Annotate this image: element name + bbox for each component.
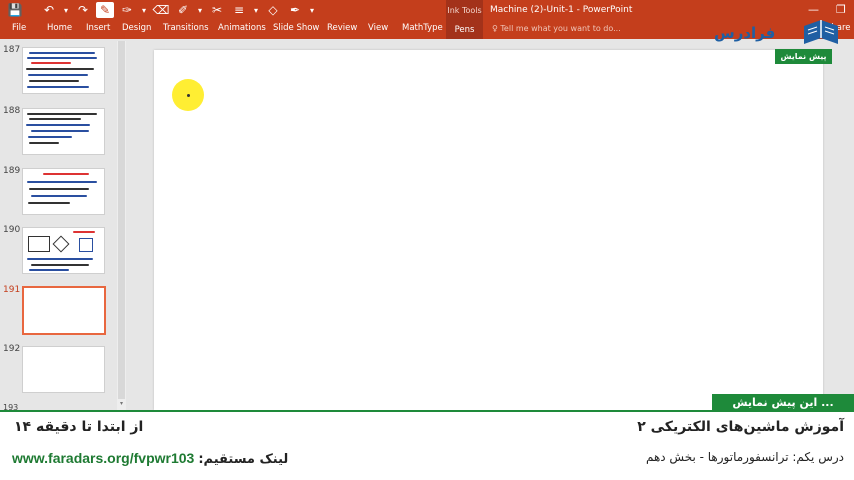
slide-number: 187 xyxy=(3,45,21,55)
tab-animations[interactable]: Animations xyxy=(218,23,266,33)
tab-slide-show[interactable]: Slide Show xyxy=(273,23,319,33)
slide-preview[interactable] xyxy=(22,346,105,393)
undo-dropdown-icon[interactable]: ▾ xyxy=(62,2,70,18)
align-dropdown-icon[interactable]: ▾ xyxy=(252,2,260,18)
scrollbar-thumb[interactable] xyxy=(118,41,125,399)
faradars-logo: فرادرس xyxy=(714,16,842,52)
course-title: آموزش ماشین‌های الکتریکی ۲ xyxy=(637,419,844,435)
slide-number: 189 xyxy=(3,166,21,176)
save-icon[interactable]: 💾 xyxy=(6,2,24,18)
preview-badge: پیش نمایش xyxy=(775,49,832,64)
mouse-cursor-icon xyxy=(187,94,190,97)
customize-qat-icon[interactable]: ▾ xyxy=(308,2,316,18)
pens-gallery-icon[interactable]: ✑ xyxy=(118,2,136,18)
tab-pens[interactable]: Pens xyxy=(446,20,483,39)
ink-tools-contextual-tag: Ink Tools xyxy=(446,0,483,20)
tab-home[interactable]: Home xyxy=(47,23,72,33)
thumbnail-scrollbar[interactable]: ▾ xyxy=(117,41,126,410)
restore-icon[interactable]: ❐ xyxy=(836,3,846,16)
scroll-down-icon[interactable]: ▾ xyxy=(118,400,125,408)
preview-tag: این پیش نمایش ... xyxy=(712,394,854,411)
align-icon[interactable]: ≡ xyxy=(230,2,248,18)
tab-transitions[interactable]: Transitions xyxy=(163,23,209,33)
link-url[interactable]: www.faradars.org/fvpwr103 xyxy=(12,450,194,466)
slide-number: 190 xyxy=(3,225,21,235)
slide-number: 192 xyxy=(3,344,21,354)
slide-preview[interactable] xyxy=(22,227,105,274)
highlighter-icon[interactable]: ✐ xyxy=(174,2,192,18)
slide-preview[interactable] xyxy=(22,47,105,94)
text-highlight-icon[interactable]: ✒ xyxy=(286,2,304,18)
redo-icon[interactable]: ↷ xyxy=(74,2,92,18)
undo-icon[interactable]: ↶ xyxy=(40,2,58,18)
lasso-icon[interactable]: ✂ xyxy=(208,2,226,18)
lesson-title: درس یکم: ترانسفورماتورها - بخش دهم xyxy=(645,450,844,464)
pens-dropdown-icon[interactable]: ▾ xyxy=(140,2,148,18)
tab-file[interactable]: File xyxy=(12,23,26,33)
slide-number: 191 xyxy=(3,285,21,295)
current-slide-canvas[interactable] xyxy=(154,50,823,410)
tell-me-text: Tell me what you want to do... xyxy=(500,24,621,33)
slide-preview[interactable] xyxy=(22,286,106,335)
slide-number: 188 xyxy=(3,106,21,116)
tab-mathtype[interactable]: MathType xyxy=(402,23,443,33)
shapes-icon[interactable]: ◇ xyxy=(264,2,282,18)
preview-range: از ابتدا تا دقیقه ۱۴ xyxy=(14,419,144,435)
quick-access-toolbar: 💾 ↶ ▾ ↷ ✎ ✑ ▾ ⌫ ✐ ▾ ✂ ≡ ▾ ◇ ✒ ▾ xyxy=(6,2,316,18)
highlighter-dropdown-icon[interactable]: ▾ xyxy=(196,2,204,18)
tab-insert[interactable]: Insert xyxy=(86,23,110,33)
tab-design[interactable]: Design xyxy=(122,23,151,33)
course-banner: آموزش ماشین‌های الکتریکی ۲ درس یکم: تران… xyxy=(0,412,854,480)
tab-review[interactable]: Review xyxy=(327,23,357,33)
slide-preview[interactable] xyxy=(22,168,105,215)
book-logo-icon xyxy=(804,20,838,44)
eraser-icon[interactable]: ⌫ xyxy=(152,2,170,18)
logo-text: فرادرس xyxy=(714,24,776,42)
slide-thumbnail-pane: 187 188 189 190 191 192 193 xyxy=(0,39,128,412)
direct-link: www.faradars.org/fvpwr103 لینک مستقیم: xyxy=(12,450,288,467)
slide-preview[interactable] xyxy=(22,108,105,155)
minimize-icon[interactable]: — xyxy=(808,3,819,16)
tab-view[interactable]: View xyxy=(368,23,388,33)
pen-tool-icon[interactable]: ✎ xyxy=(96,2,114,18)
link-label: لینک مستقیم: xyxy=(198,452,289,467)
tell-me-search[interactable]: ♀ Tell me what you want to do... xyxy=(492,24,621,33)
document-title: Machine (2)-Unit-1 - PowerPoint xyxy=(490,5,633,15)
